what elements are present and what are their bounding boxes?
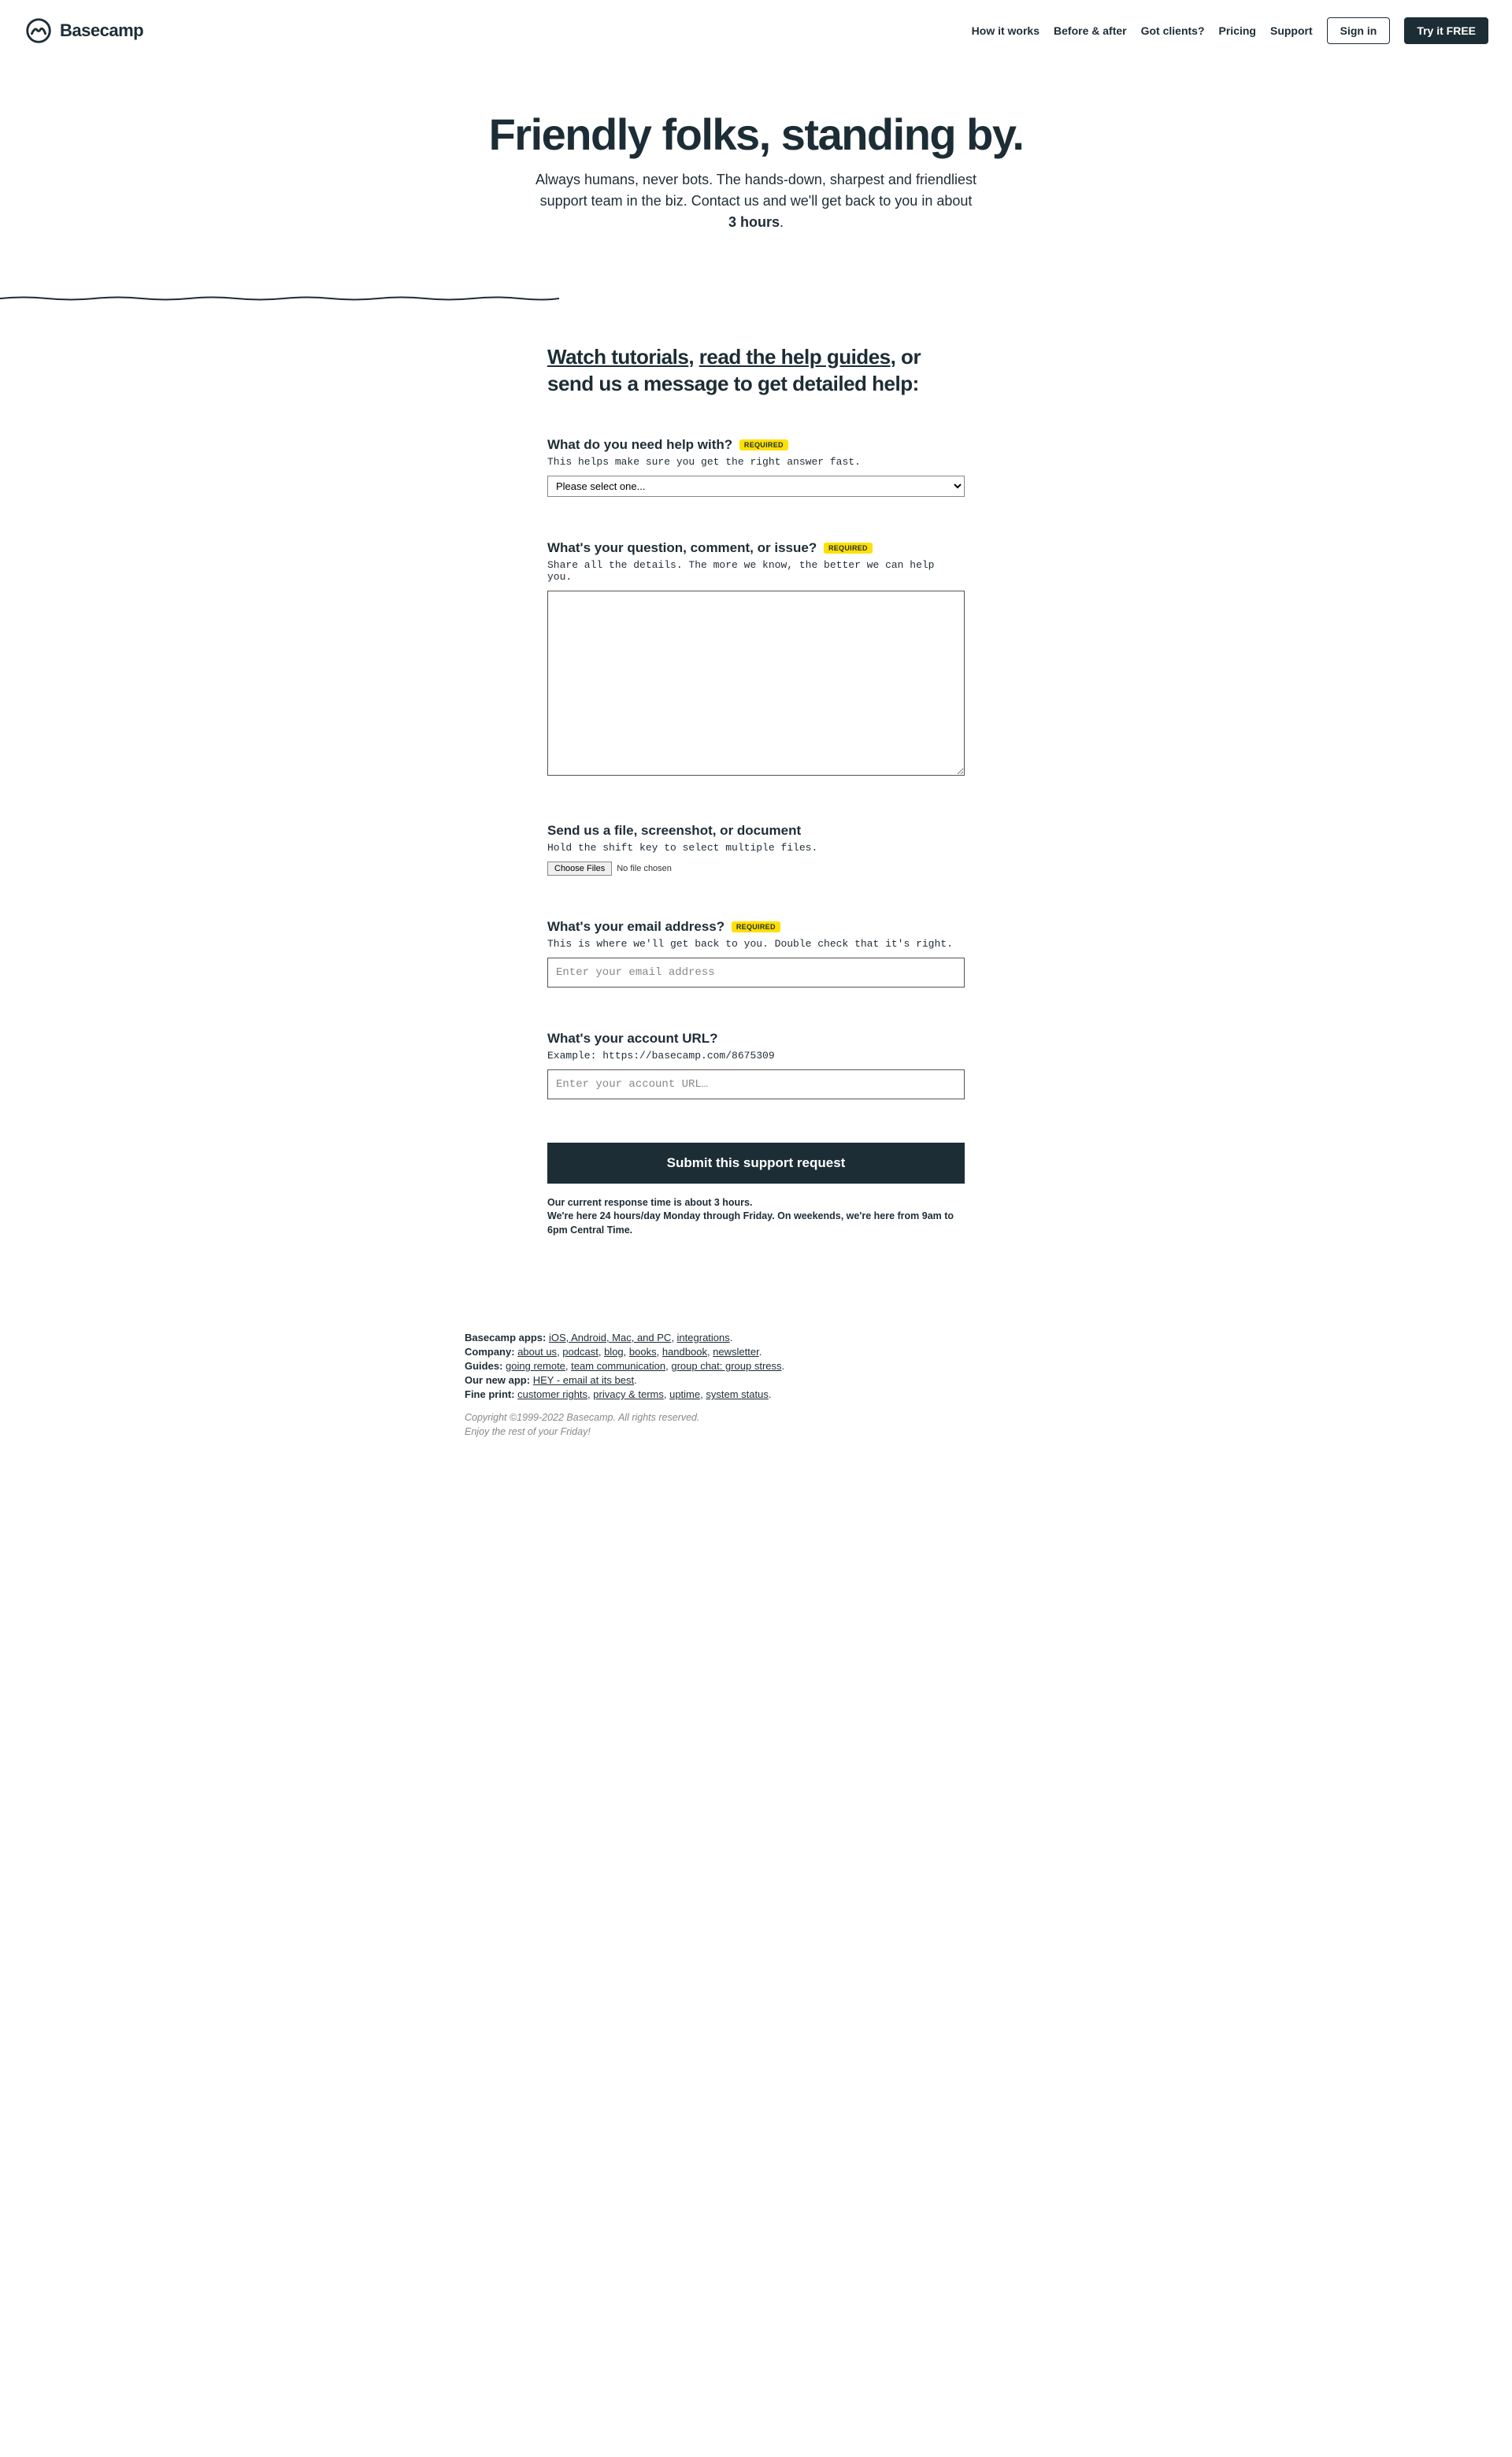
url-label: What's your account URL? [547,1031,965,1047]
response-note: Our current response time is about 3 hou… [547,1196,965,1238]
question-label: What's your question, comment, or issue?… [547,540,965,556]
brand-logo[interactable]: Basecamp [24,16,143,46]
basecamp-logo-icon [24,16,54,46]
email-input[interactable] [547,958,965,988]
email-field-group: What's your email address? REQUIRED This… [547,919,965,988]
copyright: Copyright ©1999-2022 Basecamp. All right… [465,1411,1047,1439]
site-footer: Basecamp apps: iOS, Android, Mac, and PC… [449,1332,1063,1439]
email-help: This is where we'll get back to you. Dou… [547,938,965,950]
question-field-group: What's your question, comment, or issue?… [547,540,965,780]
nav-before-after[interactable]: Before & after [1054,24,1127,37]
email-label: What's your email address? REQUIRED [547,919,965,935]
footer-link-remote[interactable]: going remote [506,1360,565,1372]
footer-link-hey[interactable]: HEY - email at its best [533,1374,634,1386]
topic-label: What do you need help with? REQUIRED [547,437,965,453]
footer-link-status[interactable]: system status [706,1388,768,1400]
footer-link-podcast[interactable]: podcast [562,1346,598,1358]
main-nav: How it works Before & after Got clients?… [972,17,1488,44]
try-free-button[interactable]: Try it FREE [1404,17,1488,44]
footer-link-blog[interactable]: blog [604,1346,624,1358]
footer-link-group-chat[interactable]: group chat: group stress [671,1360,781,1372]
brand-name: Basecamp [60,20,143,41]
footer-guides: Guides: going remote, team communication… [465,1360,1047,1372]
signin-button[interactable]: Sign in [1327,17,1391,44]
required-badge: REQUIRED [732,921,780,932]
topic-help: This helps make sure you get the right a… [547,456,965,468]
form-content: Watch tutorials, read the help guides, o… [532,344,980,1237]
nav-how-it-works[interactable]: How it works [972,24,1040,37]
nav-got-clients[interactable]: Got clients? [1141,24,1205,37]
nav-support[interactable]: Support [1270,24,1313,37]
url-field-group: What's your account URL? Example: https:… [547,1031,965,1099]
file-field-group: Send us a file, screenshot, or document … [547,823,965,876]
topic-select[interactable]: Please select one... [547,476,965,497]
file-input-wrap: Choose Files No file chosen [547,862,965,876]
watch-tutorials-link[interactable]: Watch tutorials [547,345,688,369]
file-label: Send us a file, screenshot, or document [547,823,965,839]
nav-pricing[interactable]: Pricing [1219,24,1256,37]
file-status: No file chosen [617,864,672,873]
question-textarea[interactable] [547,591,965,776]
footer-company: Company: about us, podcast, blog, books,… [465,1346,1047,1358]
topic-field-group: What do you need help with? REQUIRED Thi… [547,437,965,497]
footer-link-about[interactable]: about us [517,1346,557,1358]
footer-link-books[interactable]: books [629,1346,657,1358]
footer-link-apps-platforms[interactable]: iOS, Android, Mac, and PC [549,1332,671,1343]
site-header: Basecamp How it works Before & after Got… [0,0,1512,61]
footer-apps: Basecamp apps: iOS, Android, Mac, and PC… [465,1332,1047,1343]
hero-subtitle: Always humans, never bots. The hands-dow… [536,169,976,233]
footer-link-newsletter[interactable]: newsletter [713,1346,759,1358]
choose-files-button[interactable]: Choose Files [547,862,612,876]
help-guides-link[interactable]: read the help guides [699,345,891,369]
page-title: Friendly folks, standing by. [465,109,1047,160]
footer-newapp: Our new app: HEY - email at its best. [465,1374,1047,1386]
hero-section: Friendly folks, standing by. Always huma… [449,61,1063,265]
footer-link-rights[interactable]: customer rights [517,1388,587,1400]
footer-link-privacy[interactable]: privacy & terms [593,1388,664,1400]
footer-link-uptime[interactable]: uptime [669,1388,700,1400]
file-help: Hold the shift key to select multiple fi… [547,842,965,854]
submit-button[interactable]: Submit this support request [547,1143,965,1184]
footer-link-team-comm[interactable]: team communication [571,1360,665,1372]
question-help: Share all the details. The more we know,… [547,559,965,583]
required-badge: REQUIRED [824,543,873,554]
form-intro: Watch tutorials, read the help guides, o… [547,344,965,398]
footer-link-integrations[interactable]: integrations [677,1332,730,1343]
url-help: Example: https://basecamp.com/8675309 [547,1050,965,1062]
url-input[interactable] [547,1069,965,1099]
wavy-divider-icon [0,296,559,301]
footer-fineprint: Fine print: customer rights, privacy & t… [465,1388,1047,1400]
footer-link-handbook[interactable]: handbook [662,1346,707,1358]
required-badge: REQUIRED [739,439,788,450]
